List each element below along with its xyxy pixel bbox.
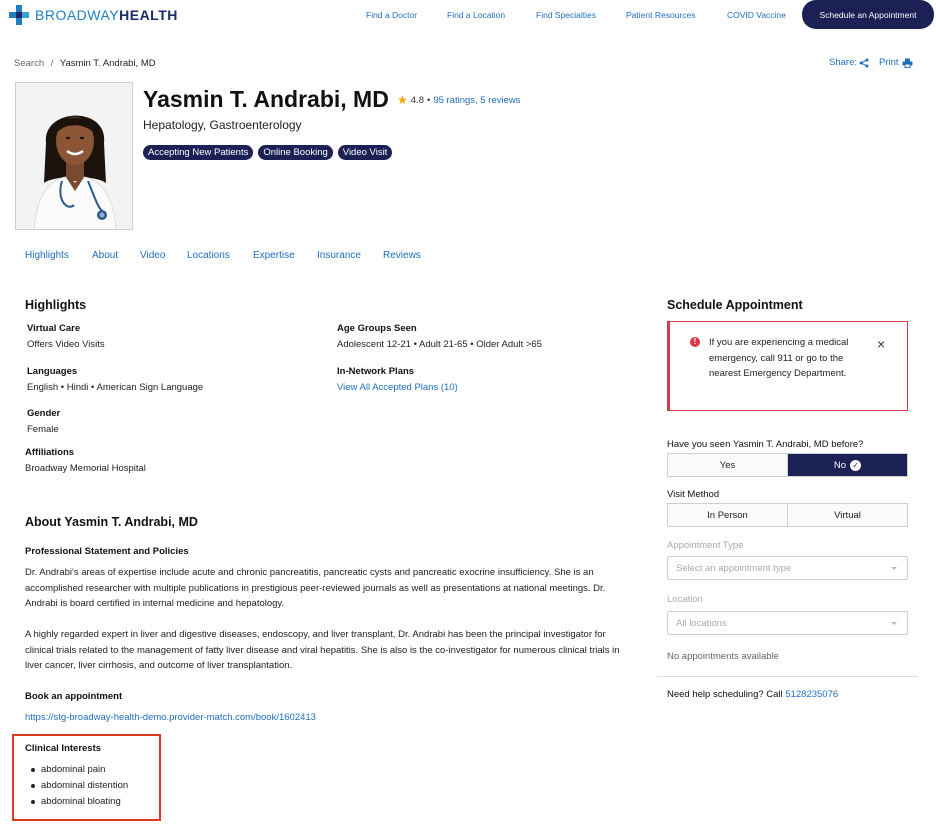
about-paragraph-1: Dr. Andrabi's areas of expertise include… <box>25 567 606 609</box>
help-scheduling: Need help scheduling? Call 5128235076 <box>667 689 838 700</box>
no-appointments-message: No appointments available <box>667 651 779 662</box>
share-icon <box>859 58 869 67</box>
divider <box>657 676 918 677</box>
alert-message: If you are experiencing a medical emerge… <box>709 337 849 379</box>
visit-method-toggle: In Person Virtual <box>667 503 908 527</box>
visit-virtual[interactable]: Virtual <box>787 504 907 526</box>
nav-find-specialties[interactable]: Find Specialties <box>536 10 596 20</box>
nav-covid-vaccine[interactable]: COVID Vaccine <box>727 10 786 20</box>
rating: ★ 4.8 • 95 ratings, 5 reviews <box>397 93 520 107</box>
gender-label: Gender <box>27 408 61 419</box>
nav-patient-resources[interactable]: Patient Resources <box>626 10 695 20</box>
emergency-alert: ! If you are experiencing a medical emer… <box>667 321 908 411</box>
languages-value: English • Hindi • American Sign Language <box>27 382 204 393</box>
affiliations-value: Broadway Memorial Hospital <box>25 463 146 474</box>
location-select[interactable]: All locations <box>667 611 908 635</box>
about-heading: About Yasmin T. Andrabi, MD <box>25 515 198 529</box>
tab-reviews[interactable]: Reviews <box>383 250 421 261</box>
seen-before-no[interactable]: No ✓ <box>787 454 907 476</box>
star-icon: ★ <box>397 93 408 107</box>
badge-online-booking: Online Booking <box>258 145 333 160</box>
in-person-label: In Person <box>707 509 748 521</box>
professional-statement-heading: Professional Statement and Policies <box>25 546 189 557</box>
rating-separator: • <box>426 94 431 106</box>
seen-no-label: No <box>833 459 847 471</box>
visit-method-label: Visit Method <box>667 489 720 500</box>
printer-icon <box>902 58 913 68</box>
list-item: abdominal bloating <box>28 795 128 811</box>
close-icon[interactable]: × <box>877 336 885 352</box>
list-item: abdominal distention <box>28 779 128 795</box>
alert-icon: ! <box>690 337 700 347</box>
breadcrumb-search-link[interactable]: Search <box>14 58 44 69</box>
virtual-label: Virtual <box>834 509 861 521</box>
chevron-down-icon <box>891 622 897 625</box>
breadcrumb: Search / Yasmin T. Andrabi, MD <box>14 58 156 69</box>
list-item: abdominal pain <box>28 763 128 779</box>
seen-before-yes[interactable]: Yes <box>668 454 787 476</box>
languages-label: Languages <box>27 366 78 377</box>
rating-value: 4.8 <box>410 94 424 106</box>
specialty: Hepatology, Gastroenterology <box>143 118 302 132</box>
brand-name-bold: HEALTH <box>119 7 178 23</box>
location-label: Location <box>667 594 703 605</box>
breadcrumb-separator: / <box>50 58 54 69</box>
chevron-down-icon <box>891 567 897 570</box>
highlights-heading: Highlights <box>25 298 87 312</box>
print-label: Print <box>879 57 899 68</box>
share-label: Share: <box>829 57 857 68</box>
share-button[interactable]: Share: <box>829 57 869 68</box>
nav-find-doctor[interactable]: Find a Doctor <box>366 10 417 20</box>
booking-url-link[interactable]: https://stg-broadway-health-demo.provide… <box>25 712 316 723</box>
breadcrumb-current: Yasmin T. Andrabi, MD <box>59 58 156 69</box>
appointment-type-select[interactable]: Select an appointment type <box>667 556 908 580</box>
age-groups-label: Age Groups Seen <box>337 323 417 334</box>
schedule-heading: Schedule Appointment <box>667 298 803 312</box>
tab-locations[interactable]: Locations <box>187 250 230 261</box>
top-nav: BROADWAYHEALTH Find a Doctor Find a Loca… <box>0 0 936 30</box>
affiliations-label: Affiliations <box>25 447 75 458</box>
seen-before-toggle: Yes No ✓ <box>667 453 908 477</box>
badge-accepting-new-patients: Accepting New Patients <box>143 145 254 160</box>
nav-find-location[interactable]: Find a Location <box>447 10 505 20</box>
doctor-name: Yasmin T. Andrabi, MD <box>143 86 389 112</box>
tab-insurance[interactable]: Insurance <box>317 250 361 261</box>
badge-video-visit: Video Visit <box>337 145 393 160</box>
in-network-plans-label: In-Network Plans <box>337 366 415 377</box>
view-accepted-plans-link[interactable]: View All Accepted Plans (10) <box>337 382 458 393</box>
ratings-reviews-link[interactable]: 95 ratings, 5 reviews <box>433 95 520 106</box>
tab-video[interactable]: Video <box>140 250 165 261</box>
seen-yes-label: Yes <box>719 459 736 471</box>
schedule-appointment-button[interactable]: Schedule an Appointment <box>802 0 934 29</box>
virtual-care-value: Offers Video Visits <box>27 339 105 350</box>
book-appointment-heading: Book an appointment <box>25 691 123 702</box>
doctor-photo <box>15 82 133 230</box>
about-paragraph-2: A highly regarded expert in liver and di… <box>25 629 620 671</box>
appointment-type-label: Appointment Type <box>667 540 744 551</box>
seen-before-question: Have you seen Yasmin T. Andrabi, MD befo… <box>667 439 864 450</box>
medical-cross-icon <box>8 4 30 26</box>
print-button[interactable]: Print <box>879 57 913 68</box>
brand-name: BROADWAYHEALTH <box>35 7 178 23</box>
brand-logo[interactable]: BROADWAYHEALTH <box>8 4 178 26</box>
location-placeholder: All locations <box>676 617 727 629</box>
clinical-interests-list: abdominal pain abdominal distention abdo… <box>28 763 128 811</box>
help-text: Need help scheduling? Call <box>667 689 783 700</box>
help-phone-link[interactable]: 5128235076 <box>785 689 838 700</box>
gender-value: Female <box>27 424 59 435</box>
age-groups-value: Adolescent 12-21 • Adult 21-65 • Older A… <box>337 339 542 350</box>
brand-name-light: BROADWAY <box>35 7 120 23</box>
appointment-type-placeholder: Select an appointment type <box>676 562 792 574</box>
clinical-interests-heading: Clinical Interests <box>25 743 102 754</box>
visit-in-person[interactable]: In Person <box>668 504 787 526</box>
tab-about[interactable]: About <box>92 250 118 261</box>
tab-highlights[interactable]: Highlights <box>25 250 69 261</box>
tab-expertise[interactable]: Expertise <box>253 250 295 261</box>
virtual-care-label: Virtual Care <box>27 323 81 334</box>
badge-list: Accepting New Patients Online Booking Vi… <box>143 145 397 160</box>
check-icon: ✓ <box>850 459 862 471</box>
